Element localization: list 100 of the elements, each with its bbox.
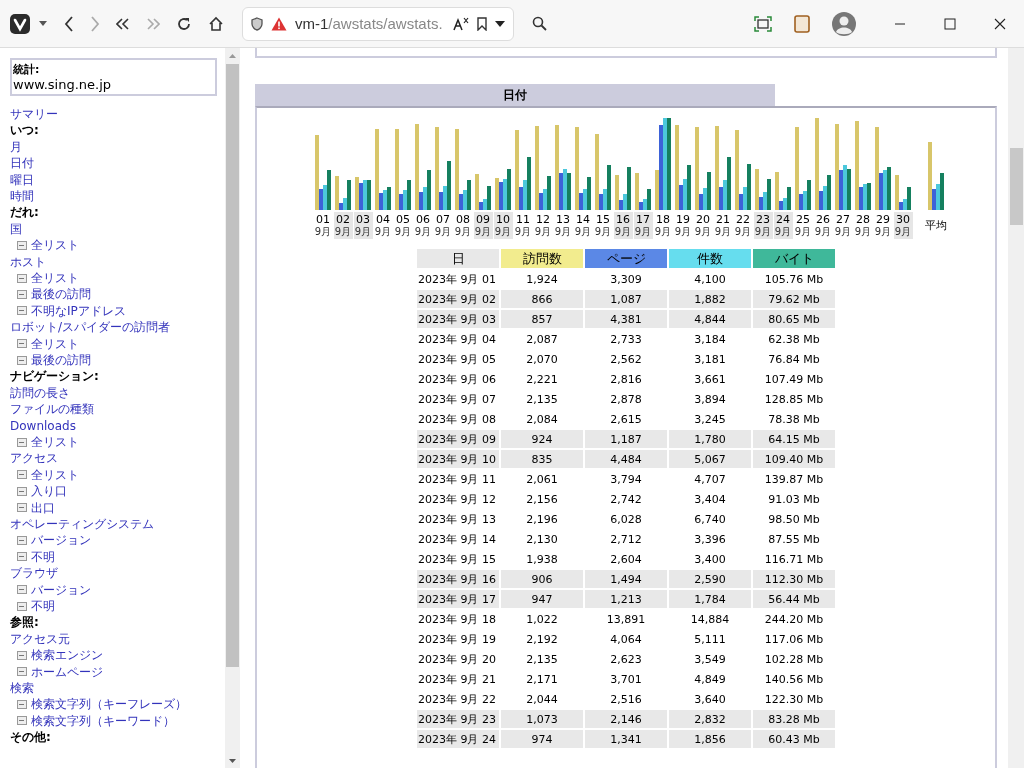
warning-icon[interactable]: [271, 16, 287, 31]
menu-link[interactable]: 全リスト: [31, 434, 79, 451]
menu-link[interactable]: 全リスト: [31, 335, 79, 352]
column-header: 訪問数: [501, 249, 583, 268]
table-cell: 79.62 Mb: [753, 290, 835, 308]
search-icon[interactable]: [531, 16, 547, 31]
scrollbar[interactable]: [1008, 48, 1024, 768]
table-cell-text: 139.87 Mb: [763, 471, 825, 488]
average-label: 平均: [925, 218, 947, 233]
table-cell: 974: [501, 730, 583, 748]
menu-link[interactable]: 全リスト: [31, 237, 79, 254]
table-cell-text: 2023年 9月 12: [417, 491, 497, 508]
menu-link[interactable]: 不明: [31, 548, 55, 566]
menu-link[interactable]: アクセス: [10, 450, 225, 467]
table-cell: 4,484: [585, 450, 667, 468]
menu-link[interactable]: サマリー: [10, 106, 225, 123]
table-cell-text: 14,884: [689, 611, 731, 628]
table-cell-text: 6,740: [693, 511, 727, 528]
caret-icon[interactable]: [494, 20, 505, 27]
table-cell: 64.15 Mb: [753, 430, 835, 448]
bookmark-icon[interactable]: [476, 16, 487, 31]
menu-link[interactable]: 日付: [10, 155, 225, 172]
table-cell-text: 2,087: [525, 331, 559, 348]
menu-link[interactable]: オペレーティングシステム: [10, 515, 225, 533]
menu-link[interactable]: 検索文字列（キーフレーズ）: [31, 696, 187, 713]
menu-link[interactable]: 全リスト: [31, 270, 79, 287]
menu-link[interactable]: 出口: [31, 499, 55, 516]
table-cell: 2,832: [669, 710, 751, 728]
table-cell: 924: [501, 430, 583, 448]
menu-link[interactable]: ファイルの種類: [10, 401, 225, 418]
menu-link[interactable]: 検索: [10, 679, 225, 697]
table-cell-text: 1,022: [525, 611, 559, 628]
menu-link[interactable]: ロボット/スパイダーの訪問者: [10, 319, 225, 336]
table-cell-text: 2023年 9月 07: [417, 391, 497, 408]
bars-drawing: [775, 172, 791, 210]
menu-link[interactable]: 曜日: [10, 171, 225, 188]
menu-link[interactable]: 最後の訪問: [31, 352, 91, 369]
menu-link[interactable]: 最後の訪問: [31, 286, 91, 303]
table-cell-text: 13,891: [605, 611, 647, 628]
scrollbar-thumb[interactable]: [226, 64, 239, 667]
back-icon[interactable]: [64, 15, 74, 32]
table-cell: 5,067: [669, 450, 751, 468]
panel-icon[interactable]: [794, 14, 810, 33]
menu-link[interactable]: 国: [10, 220, 225, 238]
table-cell: 947: [501, 590, 583, 608]
table-cell-text: 3,549: [693, 651, 727, 668]
maximize-icon[interactable]: [944, 17, 956, 30]
menu-link[interactable]: Downloads: [10, 417, 225, 434]
shield-icon[interactable]: [251, 16, 263, 31]
table-cell: 2023年 9月 16: [417, 570, 499, 588]
page-icon: [17, 503, 27, 513]
table-cell: 80.65 Mb: [753, 310, 835, 328]
menu-link[interactable]: 月: [10, 138, 225, 156]
menu-link[interactable]: ホスト: [10, 253, 225, 270]
capture-icon[interactable]: [754, 15, 772, 32]
caret-icon[interactable]: [38, 20, 48, 27]
bars-drawing: [355, 177, 371, 210]
table-cell: 857: [501, 310, 583, 328]
rewind-icon[interactable]: [116, 17, 130, 30]
day-label: 23 9月: [753, 212, 773, 239]
reload-icon[interactable]: [176, 15, 192, 32]
day-label: 06 9月: [413, 212, 433, 239]
table-cell-text: 5,111: [693, 631, 727, 648]
home-icon[interactable]: [208, 15, 224, 32]
bars-drawing: [635, 173, 651, 210]
menu-link[interactable]: バージョン: [31, 581, 91, 598]
table-cell-text: 91.03 Mb: [767, 491, 821, 508]
avatar-icon[interactable]: [832, 11, 856, 36]
day-label: 04 9月: [373, 212, 393, 239]
table-cell-text: 3,245: [693, 411, 727, 428]
day-label: 08 9月: [453, 212, 473, 239]
menu-link[interactable]: 検索エンジン: [31, 647, 103, 664]
menu-link[interactable]: ブラウザ: [10, 565, 225, 582]
menu-link[interactable]: 不明: [31, 597, 55, 615]
scroll-down-icon[interactable]: [229, 759, 236, 763]
table-cell-text: 78.38 Mb: [767, 411, 821, 428]
table-cell: 1,073: [501, 710, 583, 728]
menu-link[interactable]: 不明なIPアドレス: [31, 302, 126, 320]
menu-link[interactable]: 時間: [10, 188, 225, 205]
menu-link[interactable]: ホームページ: [31, 663, 103, 680]
day-label: 28 9月: [853, 212, 873, 239]
day-label: 29 9月: [873, 212, 893, 239]
menu-link[interactable]: バージョン: [31, 532, 91, 549]
translate-icon[interactable]: [452, 16, 469, 31]
menu-link[interactable]: 訪問の長さ: [10, 384, 225, 402]
menu-link[interactable]: アクセス元: [10, 630, 225, 648]
table-cell: 835: [501, 450, 583, 468]
menu-heading: だれ:: [10, 204, 40, 221]
scrollbar[interactable]: [225, 48, 240, 768]
table-cell-text: 2,816: [609, 371, 643, 388]
table-cell-text: 2,044: [525, 691, 559, 708]
scrollbar-thumb[interactable]: [1009, 148, 1023, 225]
day-label: 20 9月: [693, 212, 713, 239]
address-bar[interactable]: vm-1/awstats/awstats.: [242, 6, 514, 41]
menu-link[interactable]: 全リスト: [31, 466, 79, 484]
close-icon[interactable]: [994, 17, 1006, 30]
vivaldi-logo-icon[interactable]: [10, 13, 30, 34]
menu-link[interactable]: 入り口: [31, 483, 67, 500]
table-cell: 1,784: [669, 590, 751, 608]
menu-link[interactable]: 検索文字列（キーワード）: [31, 712, 175, 730]
